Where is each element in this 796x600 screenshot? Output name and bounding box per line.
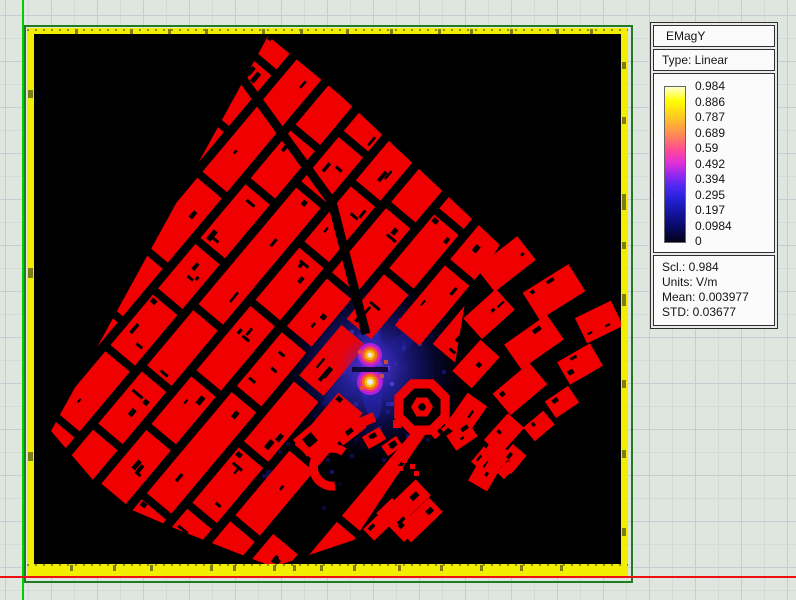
scale-value: 0.394	[695, 172, 726, 186]
pml-tick	[28, 268, 33, 278]
pml-tick	[622, 294, 626, 306]
legend-title-box: EMagY	[653, 25, 775, 47]
pml-tick	[293, 565, 296, 571]
stat-units: Units: V/m	[662, 275, 718, 289]
pml-dashes-top	[27, 29, 628, 31]
pml-tick	[622, 450, 626, 458]
pml-tick	[622, 117, 626, 124]
pml-tick	[113, 565, 116, 571]
scale-value: 0.984	[695, 79, 726, 93]
pml-tick	[150, 565, 153, 571]
colorbar	[664, 86, 686, 243]
pml-tick	[622, 62, 626, 69]
stat-std: STD: 0.03677	[662, 305, 737, 319]
pml-tick	[353, 565, 356, 571]
pml-tick	[622, 194, 626, 210]
pml-dashes-bottom	[27, 564, 628, 566]
legend-panel: EMagY Type: Linear 0.984 0.886 0.787 0.689 0…	[650, 22, 778, 329]
pml-tick	[622, 528, 626, 536]
city-field-svg	[51, 36, 621, 564]
scale-value: 0.886	[695, 94, 726, 109]
legend-colorbar-box: 0.984 0.886 0.787 0.689 0.59 0.492 0.394 0.295 0…	[653, 73, 775, 253]
pml-tick	[28, 90, 33, 98]
scale-value: 0.689	[695, 125, 726, 140]
legend-type-box: Type: Linear	[653, 49, 775, 71]
scale-value: 0.59	[695, 141, 719, 155]
stat-scl: Scl.: 0.984	[662, 260, 719, 274]
pml-tick	[440, 565, 443, 571]
pml-tick	[320, 565, 323, 571]
legend-title: EMagY	[666, 29, 706, 43]
y-axis-line	[22, 0, 24, 600]
pml-tick	[210, 565, 213, 571]
scale-value: 0	[695, 234, 702, 248]
legend-type-label: Type: Linear	[662, 53, 729, 67]
scale-value: 0.787	[695, 110, 726, 124]
pml-tick	[622, 380, 626, 388]
pml-tick	[398, 565, 401, 571]
app-canvas: EMagY Type: Linear 0.984 0.886 0.787 0.689 0…	[0, 0, 796, 600]
pml-tick	[520, 565, 523, 571]
scale-value: 0.197	[695, 203, 726, 217]
scale-value: 0.492	[695, 156, 726, 171]
pml-tick	[70, 565, 73, 571]
field-hotspot	[310, 308, 430, 428]
scale-value: 0.0984	[695, 218, 732, 233]
scale-value: 0.295	[695, 187, 726, 202]
colorbar-labels: 0.984 0.886 0.787 0.689 0.59 0.492 0.394 0.295 0…	[695, 79, 775, 250]
pml-tick	[233, 565, 236, 571]
pml-tick	[560, 565, 563, 571]
pml-tick	[273, 565, 276, 571]
stat-mean: Mean: 0.003977	[662, 290, 749, 304]
pml-tick	[480, 565, 483, 571]
legend-stats-box: Scl.: 0.984 Units: V/m Mean: 0.003977 ST…	[653, 255, 775, 326]
geometry-viewport[interactable]	[34, 34, 621, 564]
pml-tick	[28, 452, 33, 461]
x-axis-line	[0, 576, 796, 578]
pml-tick	[622, 242, 626, 249]
